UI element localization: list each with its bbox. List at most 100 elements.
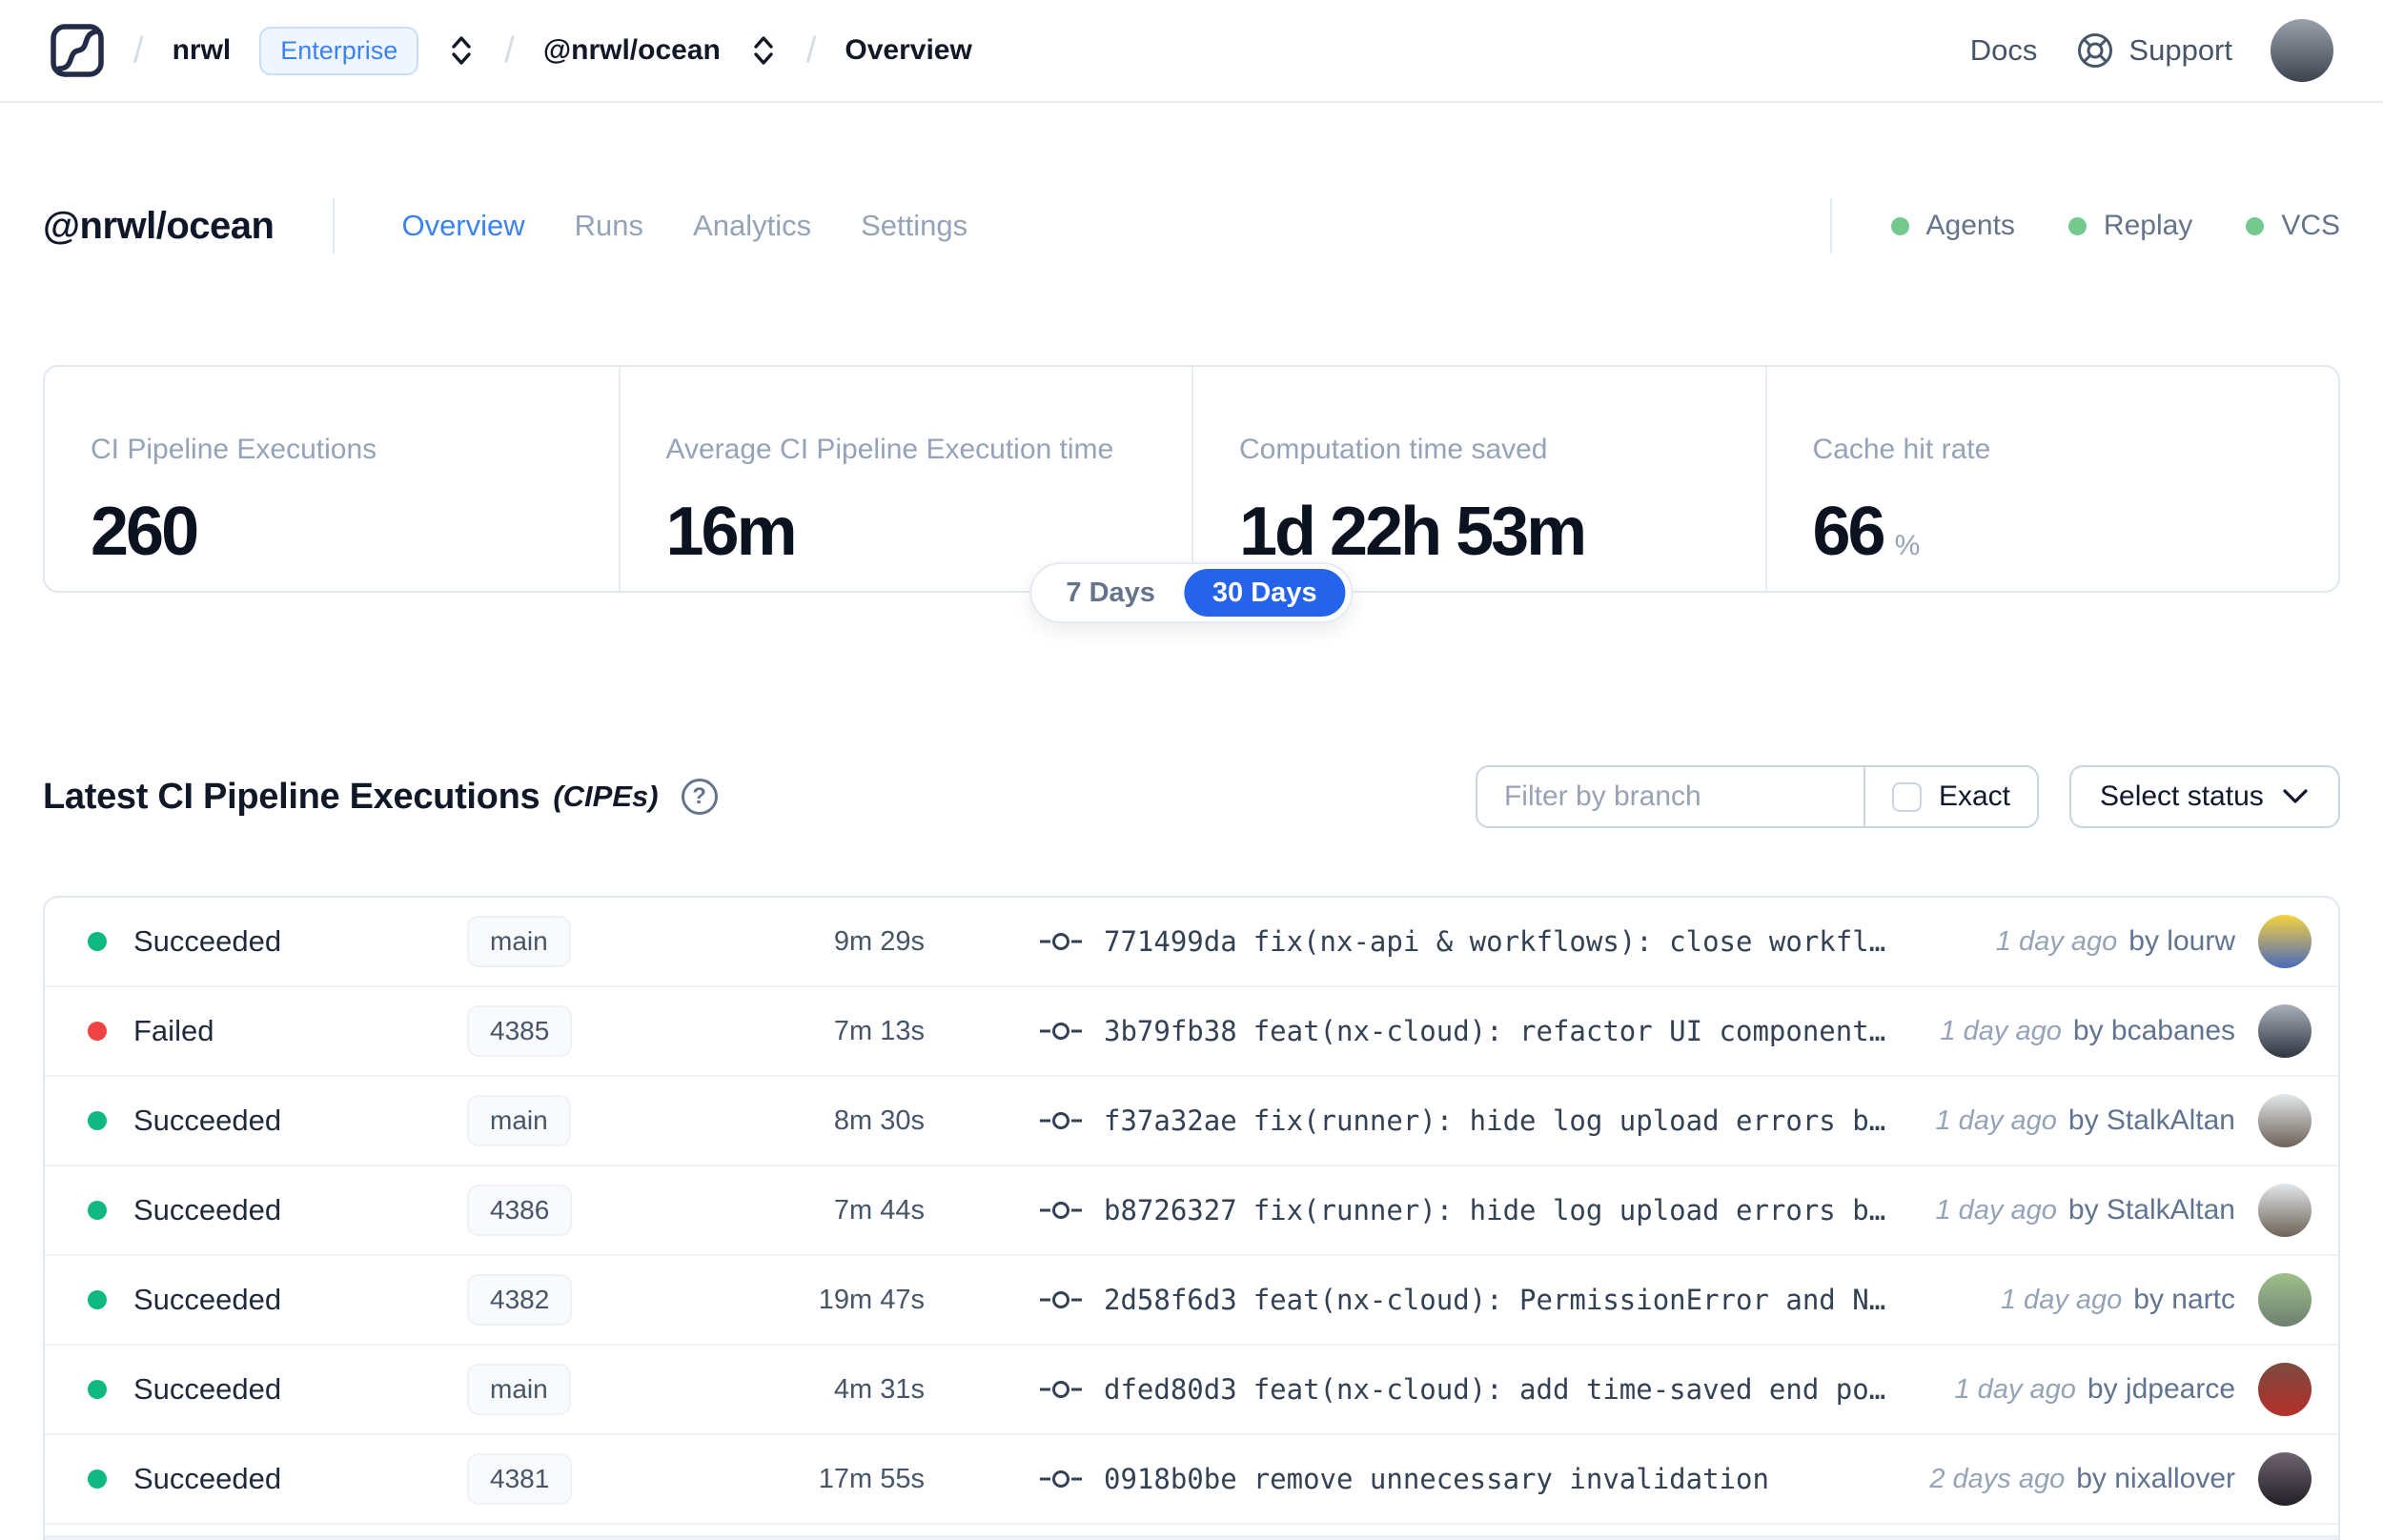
commit-hash[interactable]: f37a32ae	[1104, 1104, 1237, 1137]
breadcrumb-org[interactable]: nrwl	[173, 34, 232, 67]
divider	[333, 198, 336, 253]
author-avatar[interactable]	[2258, 1452, 2312, 1506]
green-dot-icon	[1890, 216, 1909, 235]
status-label: Succeeded	[133, 1372, 282, 1406]
support-link[interactable]: Support	[2075, 30, 2232, 71]
tab-settings[interactable]: Settings	[861, 209, 967, 243]
breadcrumb-separator: /	[504, 30, 515, 71]
author-avatar[interactable]	[2258, 1094, 2312, 1147]
stat-value: 1d 22h 53m	[1239, 494, 1587, 570]
git-commit-icon	[1039, 927, 1083, 956]
author-avatar[interactable]	[2258, 1184, 2312, 1237]
status-dot	[88, 1380, 107, 1399]
author-avatar[interactable]	[2258, 1004, 2312, 1058]
commit-hash[interactable]: 771499da	[1104, 925, 1237, 958]
section-title: Latest CI Pipeline Executions	[43, 776, 540, 817]
table-row[interactable]: Succeeded main 9m 29s 771499da fix(nx-api…	[45, 898, 2338, 987]
divider	[45, 1535, 2338, 1540]
status-dot	[88, 1201, 107, 1220]
stat-label: Cache hit rate	[1812, 434, 1991, 465]
stat-computation-time-saved: Computation time saved 1d 22h 53m	[1192, 367, 1765, 591]
status-agents[interactable]: Agents	[1890, 210, 2015, 242]
commit-hash[interactable]: 2d58f6d3	[1104, 1284, 1237, 1316]
duration: 19m 47s	[818, 1284, 925, 1315]
git-commit-icon	[1039, 1106, 1083, 1135]
commit-message: fix(runner): hide log upload errors b…	[1253, 1194, 1886, 1226]
author[interactable]: by jdpearce	[2088, 1373, 2235, 1406]
date-range-toggle: 7 Days 30 Days	[1029, 562, 1354, 623]
nx-cloud-logo[interactable]	[50, 23, 105, 78]
table-row[interactable]: Succeeded 4382 19m 47s 2d58f6d3 feat(nx-c…	[45, 1256, 2338, 1346]
status-select[interactable]: Select status	[2069, 765, 2340, 828]
commit-hash[interactable]: 3b79fb38	[1104, 1015, 1237, 1047]
tab-overview[interactable]: Overview	[401, 209, 524, 243]
duration: 7m 44s	[833, 1194, 925, 1226]
author[interactable]: by StalkAltan	[2068, 1194, 2235, 1226]
duration: 9m 29s	[833, 925, 925, 957]
cipes-section-header: Latest CI Pipeline Executions (CIPEs) ? …	[43, 762, 2340, 831]
author-avatar[interactable]	[2258, 915, 2312, 968]
author[interactable]: by nixallover	[2076, 1463, 2235, 1495]
range-7-days[interactable]: 7 Days	[1037, 578, 1184, 609]
branch-badge[interactable]: 4386	[467, 1185, 573, 1236]
green-dot-icon	[2246, 216, 2265, 235]
branch-badge[interactable]: 4385	[467, 1005, 573, 1057]
branch-badge[interactable]: main	[467, 916, 571, 967]
commit-hash[interactable]: b8726327	[1104, 1194, 1237, 1226]
status-dot	[88, 1022, 107, 1041]
breadcrumb-workspace[interactable]: @nrwl/ocean	[543, 34, 721, 67]
table-row[interactable]: Succeeded 4386 7m 44s b8726327 fix(runner…	[45, 1166, 2338, 1256]
stat-label: Average CI Pipeline Execution time	[665, 434, 1114, 465]
time-ago: 1 day ago	[1995, 926, 2118, 957]
stat-ci-pipeline-executions: CI Pipeline Executions 260	[45, 367, 619, 591]
author[interactable]: by StalkAltan	[2068, 1104, 2235, 1137]
org-switcher-icon[interactable]	[447, 32, 476, 69]
branch-badge[interactable]: main	[467, 1364, 571, 1415]
author[interactable]: by nartc	[2133, 1284, 2235, 1316]
branch-badge[interactable]: 4382	[467, 1274, 573, 1326]
green-dot-icon	[2067, 216, 2087, 235]
branch-badge[interactable]: 4381	[467, 1453, 573, 1505]
branch-badge[interactable]: main	[467, 1095, 571, 1146]
chevron-down-icon	[2281, 787, 2310, 806]
breadcrumb-separator: /	[805, 30, 817, 71]
docs-link[interactable]: Docs	[1970, 33, 2038, 68]
author-avatar[interactable]	[2258, 1273, 2312, 1327]
git-commit-icon	[1039, 1375, 1083, 1404]
status-label: VCS	[2281, 210, 2340, 241]
table-row[interactable]: Succeeded main 4m 31s dfed80d3 feat(nx-cl…	[45, 1346, 2338, 1435]
status-replay[interactable]: Replay	[2067, 210, 2192, 242]
commit-message: feat(nx-cloud): add time-saved end po…	[1253, 1373, 1886, 1406]
author-avatar[interactable]	[2258, 1363, 2312, 1416]
status-dot	[88, 1290, 107, 1309]
table-row[interactable]: Succeeded main 8m 30s f37a32ae fix(runner…	[45, 1077, 2338, 1166]
tab-runs[interactable]: Runs	[575, 209, 643, 243]
commit-hash[interactable]: dfed80d3	[1104, 1373, 1237, 1406]
duration: 7m 13s	[833, 1015, 925, 1046]
stat-value: 16m	[665, 494, 798, 570]
time-ago: 2 days ago	[1929, 1464, 2066, 1494]
time-ago: 1 day ago	[2000, 1285, 2123, 1315]
branch-filter-input[interactable]	[1477, 767, 1864, 826]
table-row[interactable]: Failed 4385 7m 13s 3b79fb38 feat(nx-cloud…	[45, 987, 2338, 1077]
author[interactable]: by lourw	[2128, 925, 2235, 958]
service-statuses: Agents Replay VCS	[1890, 210, 2340, 242]
duration: 4m 31s	[833, 1373, 925, 1405]
git-commit-icon	[1039, 1465, 1083, 1493]
author[interactable]: by bcabanes	[2073, 1015, 2235, 1047]
help-icon[interactable]: ?	[681, 779, 718, 815]
user-avatar[interactable]	[2271, 19, 2333, 82]
commit-message: fix(runner): hide log upload errors b…	[1253, 1104, 1886, 1137]
breadcrumb-page: Overview	[845, 34, 972, 66]
range-30-days[interactable]: 30 Days	[1183, 569, 1346, 617]
workspace-switcher-icon[interactable]	[749, 32, 778, 69]
exact-label: Exact	[1938, 780, 2010, 812]
exact-checkbox[interactable]	[1891, 781, 1922, 812]
status-dot	[88, 932, 107, 951]
status-label: Succeeded	[133, 1283, 282, 1316]
tab-analytics[interactable]: Analytics	[693, 209, 811, 243]
commit-hash[interactable]: 0918b0be	[1104, 1463, 1237, 1495]
stat-unit: %	[1894, 530, 1921, 561]
table-row[interactable]: Succeeded 4381 17m 55s 0918b0be remove un…	[45, 1435, 2338, 1525]
status-vcs[interactable]: VCS	[2246, 210, 2340, 242]
